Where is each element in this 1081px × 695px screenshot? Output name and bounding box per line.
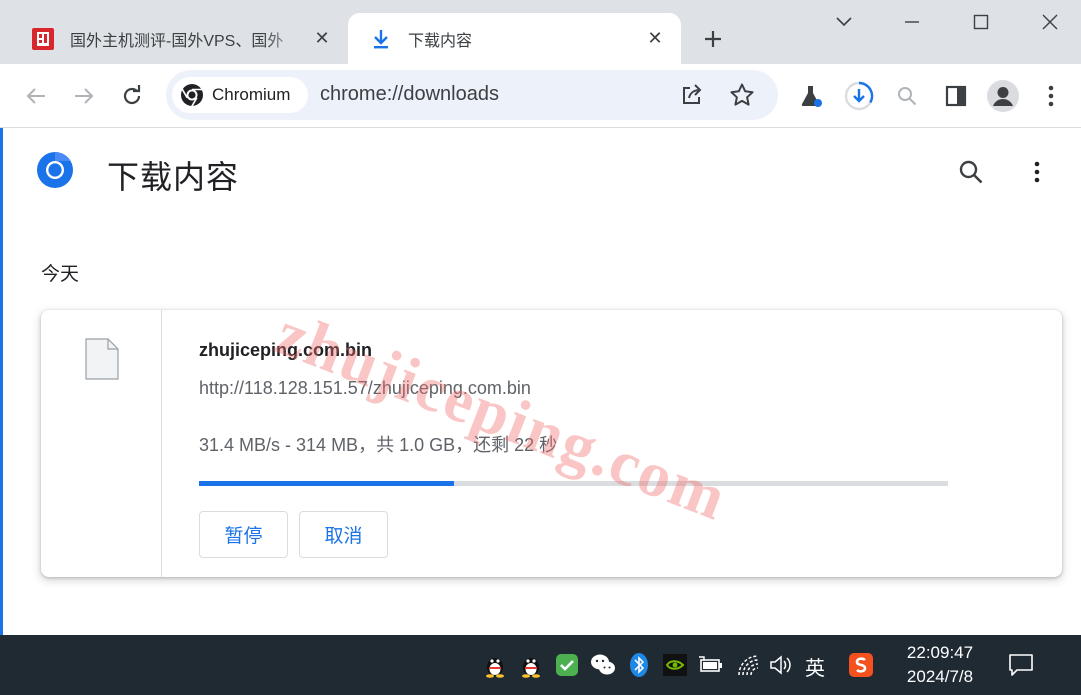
bluetooth-icon[interactable] — [624, 650, 654, 680]
share-button[interactable] — [678, 81, 706, 109]
date-section-header: 今天 — [41, 264, 80, 285]
nvidia-icon[interactable] — [660, 650, 690, 680]
downloads-page: 下载内容 今天 zhujiceping.com.bin http://118.1… — [0, 128, 1081, 635]
site-chip[interactable]: Chromium — [172, 77, 308, 113]
arrow-left-icon — [26, 88, 45, 104]
arrow-right-icon — [75, 88, 94, 104]
minimize-icon — [905, 21, 919, 23]
close-tab-icon[interactable]: ✕ — [643, 27, 667, 51]
tab-strip: 国外主机测评-国外VPS、国外 ✕ 下载内容 ✕ — [0, 0, 1081, 64]
maximize-icon — [973, 14, 989, 30]
more-vert-icon — [1034, 161, 1040, 183]
close-tab-icon[interactable]: ✕ — [310, 27, 334, 51]
site-logo-icon — [30, 26, 56, 52]
profile-button[interactable] — [987, 80, 1019, 112]
download-progress-bar — [199, 481, 948, 486]
reload-icon — [123, 85, 141, 105]
minimize-button[interactable] — [894, 6, 930, 38]
sogou-input-icon[interactable] — [846, 650, 876, 680]
clock-date: 2024/7/8 — [906, 667, 974, 686]
close-icon — [1042, 14, 1058, 30]
download-source-url[interactable]: http://118.128.151.57/zhujiceping.com.bi… — [199, 378, 531, 399]
search-downloads-button[interactable] — [955, 156, 987, 188]
omnibox[interactable]: Chromium chrome://downloads — [166, 70, 778, 120]
page-title: 下载内容 — [107, 159, 240, 195]
chromium-icon — [181, 84, 203, 107]
address-text[interactable]: chrome://downloads — [320, 83, 499, 106]
download-progress-icon — [844, 81, 874, 111]
notification-icon — [1009, 654, 1033, 676]
toolbar: Chromium chrome://downloads — [0, 64, 1081, 128]
notification-center-button[interactable] — [1005, 649, 1037, 681]
plus-icon — [705, 31, 721, 47]
ime-indicator[interactable]: 英 — [805, 652, 825, 681]
download-item: zhujiceping.com.bin http://118.128.151.5… — [41, 310, 1062, 577]
tab-title: 下载内容 — [408, 32, 473, 50]
security-shield-icon[interactable] — [552, 650, 582, 680]
download-file-icon-column — [41, 310, 162, 577]
clock-time: 22:09:47 — [906, 643, 974, 662]
bookmark-button[interactable] — [728, 81, 756, 109]
flask-icon — [801, 86, 822, 107]
site-chip-label: Chromium — [212, 85, 291, 104]
browser-menu-button[interactable] — [1035, 80, 1067, 112]
file-icon[interactable] — [85, 338, 119, 380]
power-battery-icon[interactable] — [696, 650, 726, 680]
download-icon — [368, 26, 394, 52]
tab-search-button[interactable] — [826, 6, 862, 38]
forward-button[interactable] — [68, 80, 100, 112]
tab-downloads[interactable]: 下载内容 ✕ — [348, 13, 681, 64]
qq-icon[interactable] — [516, 650, 546, 680]
reload-button[interactable] — [116, 80, 148, 112]
system-clock[interactable]: 22:09:47 2024/7/8 — [892, 641, 988, 689]
avatar-icon — [987, 80, 1019, 112]
close-window-button[interactable] — [1032, 6, 1068, 38]
back-button[interactable] — [20, 80, 52, 112]
more-vert-icon — [1048, 85, 1054, 107]
wifi-icon[interactable] — [733, 650, 763, 680]
download-file-name[interactable]: zhujiceping.com.bin — [199, 340, 372, 361]
chevron-down-icon — [836, 17, 852, 27]
pause-button[interactable]: 暂停 — [199, 511, 288, 558]
volume-icon[interactable] — [767, 650, 797, 680]
page-menu-button[interactable] — [1023, 156, 1051, 188]
taskbar: 英 22:09:47 2024/7/8 — [0, 635, 1081, 695]
download-status: 31.4 MB/s - 314 MB，共 1.0 GB，还剩 22 秒 — [199, 435, 558, 455]
downloads-button[interactable] — [843, 80, 875, 112]
star-icon — [730, 83, 754, 106]
side-panel-icon — [945, 85, 967, 107]
tab-title: 国外主机测评-国外VPS、国外 — [70, 32, 284, 50]
magnifier-icon — [898, 87, 917, 106]
wechat-icon[interactable] — [588, 650, 618, 680]
chrome-labs-button[interactable] — [795, 80, 827, 112]
chrome-logo-icon — [37, 152, 73, 188]
cancel-button[interactable]: 取消 — [299, 511, 388, 558]
zoom-search-button[interactable] — [891, 80, 923, 112]
search-icon — [959, 160, 983, 184]
maximize-button[interactable] — [963, 6, 999, 38]
side-panel-button[interactable] — [940, 80, 972, 112]
new-tab-button[interactable] — [698, 24, 728, 54]
download-progress-fill — [199, 481, 454, 486]
share-icon — [683, 84, 702, 104]
tab-zhujiceping[interactable]: 国外主机测评-国外VPS、国外 ✕ — [18, 13, 348, 64]
qq-icon[interactable] — [480, 650, 510, 680]
